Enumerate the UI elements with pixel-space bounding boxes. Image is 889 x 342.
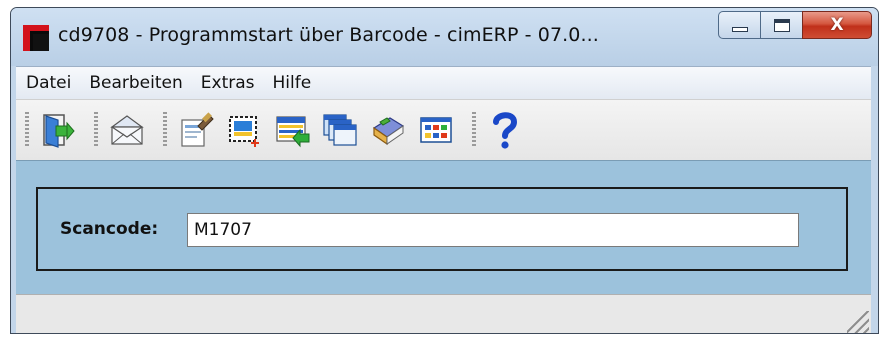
menu-hilfe[interactable]: Hilfe <box>264 67 321 100</box>
exit-button[interactable] <box>37 109 79 151</box>
help-button[interactable] <box>484 109 526 151</box>
app-window: cd9708 - Programmstart über Barcode - ci… <box>10 7 879 334</box>
caption-buttons: X <box>718 11 872 41</box>
menu-bearbeiten[interactable]: Bearbeiten <box>80 67 191 100</box>
maximize-icon <box>773 18 790 32</box>
close-icon: X <box>830 14 844 35</box>
minimize-icon <box>731 26 748 32</box>
new-selection-icon <box>229 116 259 147</box>
exit-door-icon <box>43 114 75 148</box>
toolbar-separator <box>472 112 476 148</box>
toolbar-separator <box>94 112 98 148</box>
content-area: Scancode: <box>16 160 871 294</box>
scancode-label: Scancode: <box>60 219 159 239</box>
import-list-icon <box>276 116 310 148</box>
maximize-button[interactable] <box>760 11 802 39</box>
menu-datei[interactable]: Datei <box>16 67 80 100</box>
help-icon <box>493 112 518 149</box>
toolbar-grip[interactable] <box>25 112 29 148</box>
resize-grip[interactable] <box>847 311 869 333</box>
edit-button[interactable] <box>175 109 217 151</box>
book-icon <box>372 117 405 146</box>
menu-extras[interactable]: Extras <box>192 67 264 100</box>
mail-envelope-icon <box>110 115 144 145</box>
grid-button[interactable] <box>415 109 457 151</box>
scancode-input[interactable] <box>187 213 799 247</box>
mail-button[interactable] <box>106 109 148 151</box>
edit-document-icon <box>181 112 214 147</box>
windows-button[interactable] <box>319 109 361 151</box>
app-logo-icon[interactable] <box>23 25 49 51</box>
title-bar[interactable]: cd9708 - Programmstart über Barcode - ci… <box>11 8 878 66</box>
grid-table-icon <box>420 117 452 143</box>
scan-frame: Scancode: <box>36 187 848 271</box>
close-button[interactable]: X <box>802 11 872 39</box>
menu-bar: Datei Bearbeiten Extras Hilfe <box>16 66 871 100</box>
import-button[interactable] <box>271 109 313 151</box>
new-selection-button[interactable] <box>223 109 265 151</box>
toolbar-separator <box>163 112 167 148</box>
window-title: cd9708 - Programmstart über Barcode - ci… <box>58 24 599 46</box>
minimize-button[interactable] <box>718 11 760 39</box>
toolbar <box>16 99 871 161</box>
book-button[interactable] <box>367 109 409 151</box>
windows-cascade-icon <box>323 114 357 146</box>
status-bar <box>16 294 871 333</box>
